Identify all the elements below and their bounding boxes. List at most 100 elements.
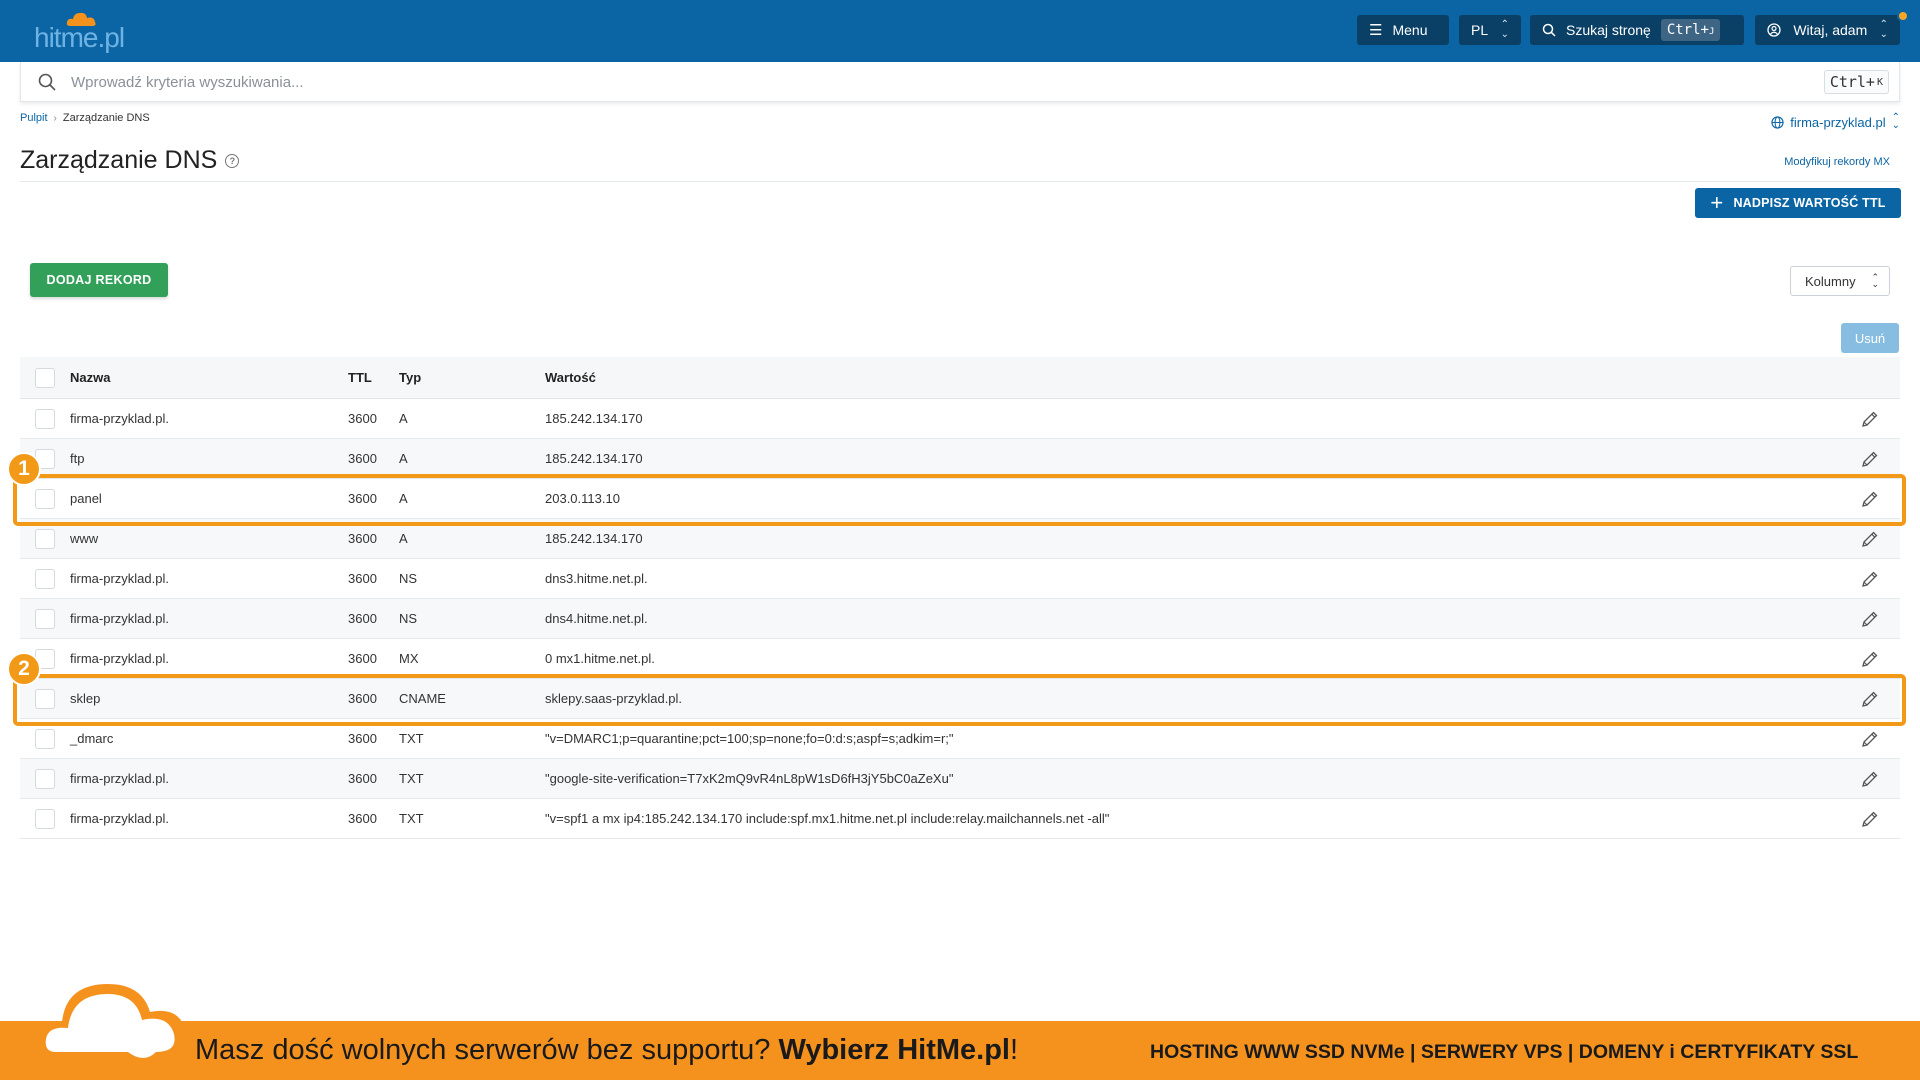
- record-value: "v=spf1 a mx ip4:185.242.134.170 include…: [545, 811, 1110, 826]
- edit-cell: [1840, 449, 1900, 469]
- record-value: "v=DMARC1;p=quarantine;pct=100;sp=none;f…: [545, 731, 954, 746]
- table-row[interactable]: ftp 3600 A 185.242.134.170: [20, 439, 1900, 479]
- user-greeting: Witaj, adam: [1793, 22, 1868, 38]
- table-body: firma-przyklad.pl. 3600 A 185.242.134.170 ft…: [20, 399, 1900, 839]
- record-ttl: 3600: [348, 691, 377, 706]
- sort-chevron-icon: ⌃ ⌄: [1879, 19, 1888, 40]
- record-ttl: 3600: [348, 411, 377, 426]
- table-row[interactable]: firma-przyklad.pl. 3600 A 185.242.134.170: [20, 399, 1900, 439]
- delete-button[interactable]: Usuń: [1841, 323, 1899, 353]
- pencil-edit-icon[interactable]: [1860, 809, 1880, 829]
- step-badge: 2: [7, 652, 41, 686]
- row-checkbox[interactable]: [35, 528, 55, 549]
- row-checkbox-cell: [20, 808, 70, 829]
- table-row[interactable]: firma-przyklad.pl. 3600 TXT "v=spf1 a mx ip…: [20, 799, 1900, 839]
- row-checkbox[interactable]: [35, 408, 55, 429]
- edit-cell: [1840, 809, 1900, 829]
- record-name: _dmarc: [70, 731, 114, 746]
- row-checkbox[interactable]: [35, 808, 55, 829]
- row-checkbox[interactable]: [35, 608, 55, 629]
- user-icon: [1767, 23, 1781, 37]
- record-type: A: [399, 531, 408, 546]
- menu-button[interactable]: ☰ Menu: [1357, 15, 1449, 45]
- table-row[interactable]: _dmarc 3600 TXT "v=DMARC1;p=quarantine;pct=…: [20, 719, 1900, 759]
- row-checkbox-cell: [20, 488, 70, 509]
- pencil-edit-icon[interactable]: [1860, 489, 1880, 509]
- row-checkbox[interactable]: [35, 568, 55, 589]
- pencil-edit-icon[interactable]: [1860, 409, 1880, 429]
- edit-cell: [1840, 409, 1900, 429]
- banner-text-end: !: [1009, 1034, 1019, 1066]
- breadcrumb-home-link[interactable]: Pulpit: [20, 112, 48, 124]
- record-ttl: 3600: [348, 531, 377, 546]
- page-title-text: Zarządzanie DNS: [20, 146, 218, 174]
- menu-label: Menu: [1392, 22, 1428, 38]
- add-record-button[interactable]: DODAJ REKORD: [30, 263, 168, 297]
- pencil-edit-icon[interactable]: [1860, 689, 1880, 709]
- shortcut-badge: Ctrl+J: [1660, 19, 1721, 41]
- hitme-logo[interactable]: hitme.pl: [30, 8, 130, 53]
- record-name: firma-przyklad.pl.: [70, 611, 169, 626]
- breadcrumb-current: Zarządzanie DNS: [62, 112, 150, 124]
- modify-mx-link[interactable]: Modyfikuj rekordy MX: [1784, 156, 1890, 168]
- table-row[interactable]: firma-przyklad.pl. 3600 NS dns4.hitme.net.p…: [20, 599, 1900, 639]
- search-icon: [1542, 23, 1556, 37]
- banner-text-regular: Masz dość wolnych serwerów bez supportu?: [195, 1034, 779, 1066]
- select-all-checkbox[interactable]: [35, 367, 55, 388]
- override-ttl-button[interactable]: + NADPISZ WARTOŚĆ TTL: [1695, 188, 1901, 218]
- edit-cell: [1840, 569, 1900, 589]
- record-ttl: 3600: [348, 811, 377, 826]
- chevron-right-icon: ›: [53, 112, 57, 124]
- record-value: 185.242.134.170: [545, 411, 643, 426]
- columns-select[interactable]: Kolumny ⌃ ⌄: [1790, 266, 1890, 296]
- column-header-name[interactable]: Nazwa: [70, 370, 348, 385]
- language-label: PL: [1471, 22, 1489, 38]
- pencil-edit-icon[interactable]: [1860, 569, 1880, 589]
- row-checkbox-cell: [20, 608, 70, 629]
- page-title: Zarządzanie DNS ?: [20, 146, 240, 175]
- pencil-edit-icon[interactable]: [1860, 529, 1880, 549]
- page-search-label: Szukaj stronę: [1566, 22, 1651, 38]
- table-row[interactable]: panel 3600 A 203.0.113.10: [20, 479, 1900, 519]
- record-value: "google-site-verification=T7xK2mQ9vR4nL8…: [545, 771, 954, 786]
- logo-text: hitme.pl: [34, 22, 125, 53]
- override-ttl-label: NADPISZ WARTOŚĆ TTL: [1733, 196, 1886, 210]
- help-icon[interactable]: ?: [225, 153, 240, 168]
- edit-cell: [1840, 649, 1900, 669]
- page-search-button[interactable]: Szukaj stronę Ctrl+J: [1530, 15, 1744, 45]
- row-checkbox[interactable]: [35, 488, 55, 509]
- record-ttl: 3600: [348, 451, 377, 466]
- pencil-edit-icon[interactable]: [1860, 729, 1880, 749]
- row-checkbox[interactable]: [35, 768, 55, 789]
- language-select[interactable]: PL ⌃ ⌄: [1459, 15, 1521, 45]
- column-header-type[interactable]: Typ: [399, 370, 545, 385]
- table-header: Nazwa TTL Typ Wartość: [20, 357, 1900, 399]
- row-checkbox-cell: [20, 528, 70, 549]
- row-checkbox[interactable]: [35, 688, 55, 709]
- step-badge: 1: [7, 452, 41, 486]
- record-type: A: [399, 451, 408, 466]
- column-header-value[interactable]: Wartość: [545, 370, 1840, 385]
- domain-selector[interactable]: firma-przyklad.pl ⌃ ⌄: [1771, 113, 1900, 131]
- record-name: firma-przyklad.pl.: [70, 651, 169, 666]
- domain-name: firma-przyklad.pl: [1790, 114, 1886, 130]
- record-ttl: 3600: [348, 651, 377, 666]
- record-value: dns3.hitme.net.pl.: [545, 571, 648, 586]
- row-checkbox[interactable]: [35, 728, 55, 749]
- pencil-edit-icon[interactable]: [1860, 649, 1880, 669]
- pencil-edit-icon[interactable]: [1860, 609, 1880, 629]
- record-type: TXT: [399, 811, 424, 826]
- user-menu-button[interactable]: Witaj, adam ⌃ ⌄: [1755, 15, 1900, 45]
- columns-label: Kolumny: [1805, 273, 1856, 289]
- table-row[interactable]: firma-przyklad.pl. 3600 TXT "google-site-ve…: [20, 759, 1900, 799]
- search-input[interactable]: [71, 68, 1571, 96]
- record-name: firma-przyklad.pl.: [70, 811, 169, 826]
- pencil-edit-icon[interactable]: [1860, 449, 1880, 469]
- table-row[interactable]: www 3600 A 185.242.134.170: [20, 519, 1900, 559]
- table-row[interactable]: firma-przyklad.pl. 3600 NS dns3.hitme.net.p…: [20, 559, 1900, 599]
- table-row[interactable]: firma-przyklad.pl. 3600 MX 0 mx1.hitme.net.…: [20, 639, 1900, 679]
- column-header-ttl[interactable]: TTL: [348, 370, 399, 385]
- record-type: TXT: [399, 731, 424, 746]
- pencil-edit-icon[interactable]: [1860, 769, 1880, 789]
- table-row[interactable]: sklep 3600 CNAME sklepy.saas-przyklad.pl.: [20, 679, 1900, 719]
